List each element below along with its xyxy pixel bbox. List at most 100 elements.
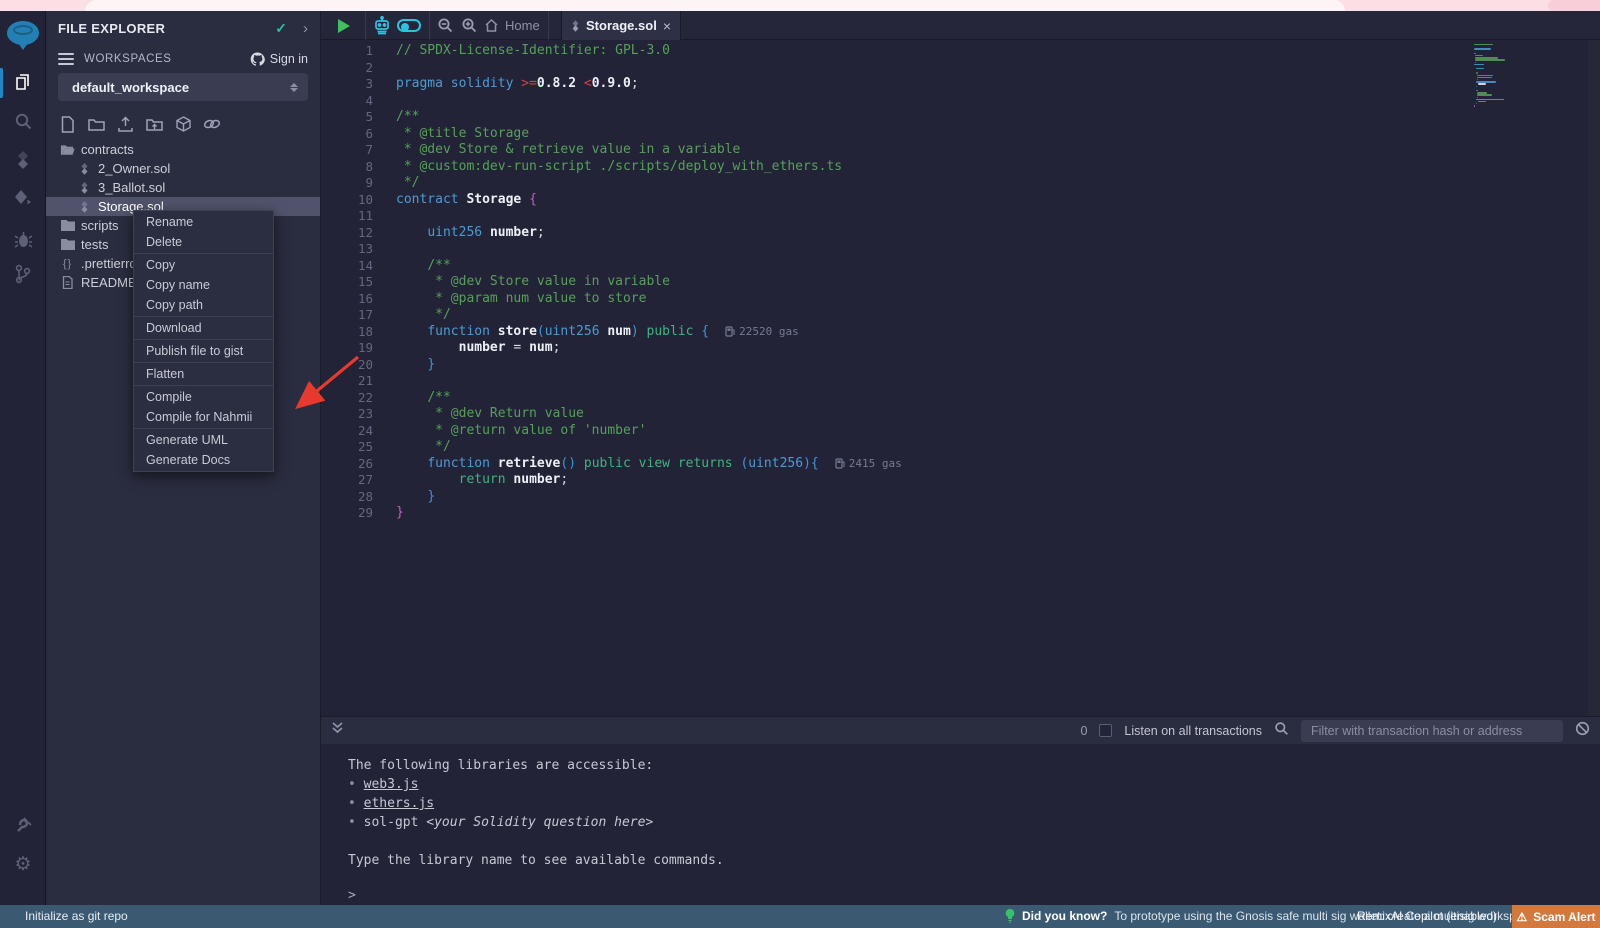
menu-item-generate-uml[interactable]: Generate UML xyxy=(134,430,273,450)
menu-separator xyxy=(134,316,273,317)
line-number: 13 xyxy=(321,241,373,258)
editor-minimap[interactable] xyxy=(1474,44,1586,107)
git-init-button[interactable]: Initialize as git repo xyxy=(25,909,128,923)
menu-item-compile[interactable]: Compile xyxy=(134,387,273,407)
tree-item-2-owner-sol[interactable]: 2_Owner.sol xyxy=(46,159,320,178)
menu-item-download[interactable]: Download xyxy=(134,318,273,338)
code-line-22: 22 /** xyxy=(321,390,1600,407)
home-icon xyxy=(484,18,499,33)
line-number: 16 xyxy=(321,291,373,308)
solidity-icon xyxy=(77,180,92,195)
line-number: 6 xyxy=(321,126,373,143)
copilot-status[interactable]: RemixAI Copilot (enabled) xyxy=(1357,909,1497,923)
workspace-select[interactable]: default_workspace xyxy=(58,73,308,101)
terminal-line xyxy=(348,832,1600,851)
debugger-icon[interactable] xyxy=(0,225,46,253)
menu-item-copy-path[interactable]: Copy path xyxy=(134,295,273,315)
terminal-library-link[interactable]: web3.js xyxy=(364,777,419,792)
new-folder-icon[interactable] xyxy=(87,115,105,133)
folder-icon xyxy=(60,218,75,233)
gas-estimate-badge: 22520 gas xyxy=(725,324,799,341)
new-file-icon[interactable] xyxy=(58,115,76,133)
file-explorer-panel: FILE EXPLORER ✓ › WORKSPACES Sign in def… xyxy=(46,11,320,905)
home-tab-label: Home xyxy=(505,18,540,33)
plugin-manager-icon[interactable] xyxy=(0,811,46,839)
tree-item-label: scripts xyxy=(81,218,119,233)
terminal-search-icon[interactable] xyxy=(1274,721,1289,741)
import-ipfs-box-icon[interactable] xyxy=(174,115,192,133)
copilot-toggle[interactable] xyxy=(397,11,421,40)
upload-folder-icon[interactable] xyxy=(145,115,163,133)
code-editor[interactable]: 1// SPDX-License-Identifier: GPL-3.023pr… xyxy=(321,40,1600,716)
file-explorer-icon[interactable] xyxy=(0,69,46,97)
check-icon: ✓ xyxy=(275,20,287,37)
menu-item-copy-name[interactable]: Copy name xyxy=(134,275,273,295)
menu-item-generate-docs[interactable]: Generate Docs xyxy=(134,450,273,470)
run-script-button[interactable] xyxy=(338,11,350,40)
status-bar: Initialize as git repo Did you know? To … xyxy=(0,905,1600,928)
menu-item-publish-file-to-gist[interactable]: Publish file to gist xyxy=(134,341,273,361)
menu-item-rename[interactable]: Rename xyxy=(134,212,273,232)
code-text: function store(uint256 num) public { xyxy=(373,324,709,341)
remix-logo-icon[interactable] xyxy=(5,17,41,51)
transaction-filter-input[interactable] xyxy=(1301,720,1563,742)
terminal-output[interactable]: The following libraries are accessible: •… xyxy=(321,744,1600,905)
terminal-prompt[interactable]: > xyxy=(348,886,1600,905)
code-text xyxy=(373,93,396,110)
listen-transactions-checkbox[interactable] xyxy=(1099,724,1112,737)
braces-icon: {} xyxy=(60,256,75,271)
code-text: */ xyxy=(373,439,451,456)
code-text: */ xyxy=(373,307,451,324)
close-tab-icon[interactable]: × xyxy=(663,19,671,33)
transaction-count-badge: 0 xyxy=(1080,724,1087,738)
code-text: contract Storage { xyxy=(373,192,537,209)
search-icon[interactable] xyxy=(0,107,46,135)
zoom-out-icon[interactable] xyxy=(437,11,454,40)
terminal-collapse-icon[interactable] xyxy=(331,721,344,740)
code-line-1: 1// SPDX-License-Identifier: GPL-3.0 xyxy=(321,43,1600,60)
menu-item-compile-for-nahmii[interactable]: Compile for Nahmii xyxy=(134,407,273,427)
tab-home[interactable]: Home xyxy=(484,11,540,40)
terminal-lines: The following libraries are accessible: •… xyxy=(348,756,1600,870)
tab-storage-sol[interactable]: Storage.sol × xyxy=(561,11,681,40)
tree-item-3-ballot-sol[interactable]: 3_Ballot.sol xyxy=(46,178,320,197)
tree-item-label: 3_Ballot.sol xyxy=(98,180,165,195)
menu-item-copy[interactable]: Copy xyxy=(134,255,273,275)
select-caret-icon xyxy=(290,83,298,92)
line-number: 22 xyxy=(321,390,373,407)
git-icon[interactable] xyxy=(0,260,46,288)
workspace-menu-icon[interactable] xyxy=(58,53,74,65)
editor-scrollbar[interactable] xyxy=(1588,40,1600,716)
upload-file-icon[interactable] xyxy=(116,115,134,133)
import-link-icon[interactable] xyxy=(203,115,221,133)
code-text: uint256 number; xyxy=(373,225,545,242)
line-number: 3 xyxy=(321,76,373,93)
code-text: * @return value of 'number' xyxy=(373,423,646,440)
scam-alert-button[interactable]: ⚠ Scam Alert xyxy=(1512,905,1600,928)
menu-item-delete[interactable]: Delete xyxy=(134,232,273,252)
github-sign-in[interactable]: Sign in xyxy=(250,52,308,66)
code-text: pragma solidity >=0.8.2 <0.9.0; xyxy=(373,76,639,93)
line-number: 28 xyxy=(321,489,373,506)
terminal-library-link[interactable]: ethers.js xyxy=(364,796,434,811)
deploy-run-icon[interactable] xyxy=(0,185,46,213)
terminal-line: The following libraries are accessible: xyxy=(348,756,1600,775)
remixai-robot-icon[interactable] xyxy=(372,11,392,40)
chevron-right-icon[interactable]: › xyxy=(303,20,308,37)
line-number: 17 xyxy=(321,307,373,324)
tree-item-label: tests xyxy=(81,237,108,252)
editor-tab-bar: Home Storage.sol × xyxy=(321,11,1600,40)
code-line-4: 4 xyxy=(321,93,1600,110)
code-text xyxy=(373,373,396,390)
code-line-16: 16 * @param num value to store xyxy=(321,291,1600,308)
zoom-in-icon[interactable] xyxy=(461,11,478,40)
code-text: * @dev Store value in variable xyxy=(373,274,670,291)
clear-console-icon[interactable] xyxy=(1575,721,1590,741)
settings-gear-icon[interactable]: ⚙ xyxy=(0,850,46,878)
gas-estimate-badge: 2415 gas xyxy=(835,456,902,473)
terminal-line: • sol-gpt <your Solidity question here> xyxy=(348,813,1600,832)
tree-item-contracts[interactable]: contracts xyxy=(46,140,320,159)
line-number: 14 xyxy=(321,258,373,275)
menu-item-flatten[interactable]: Flatten xyxy=(134,364,273,384)
solidity-compiler-icon[interactable] xyxy=(0,146,46,174)
